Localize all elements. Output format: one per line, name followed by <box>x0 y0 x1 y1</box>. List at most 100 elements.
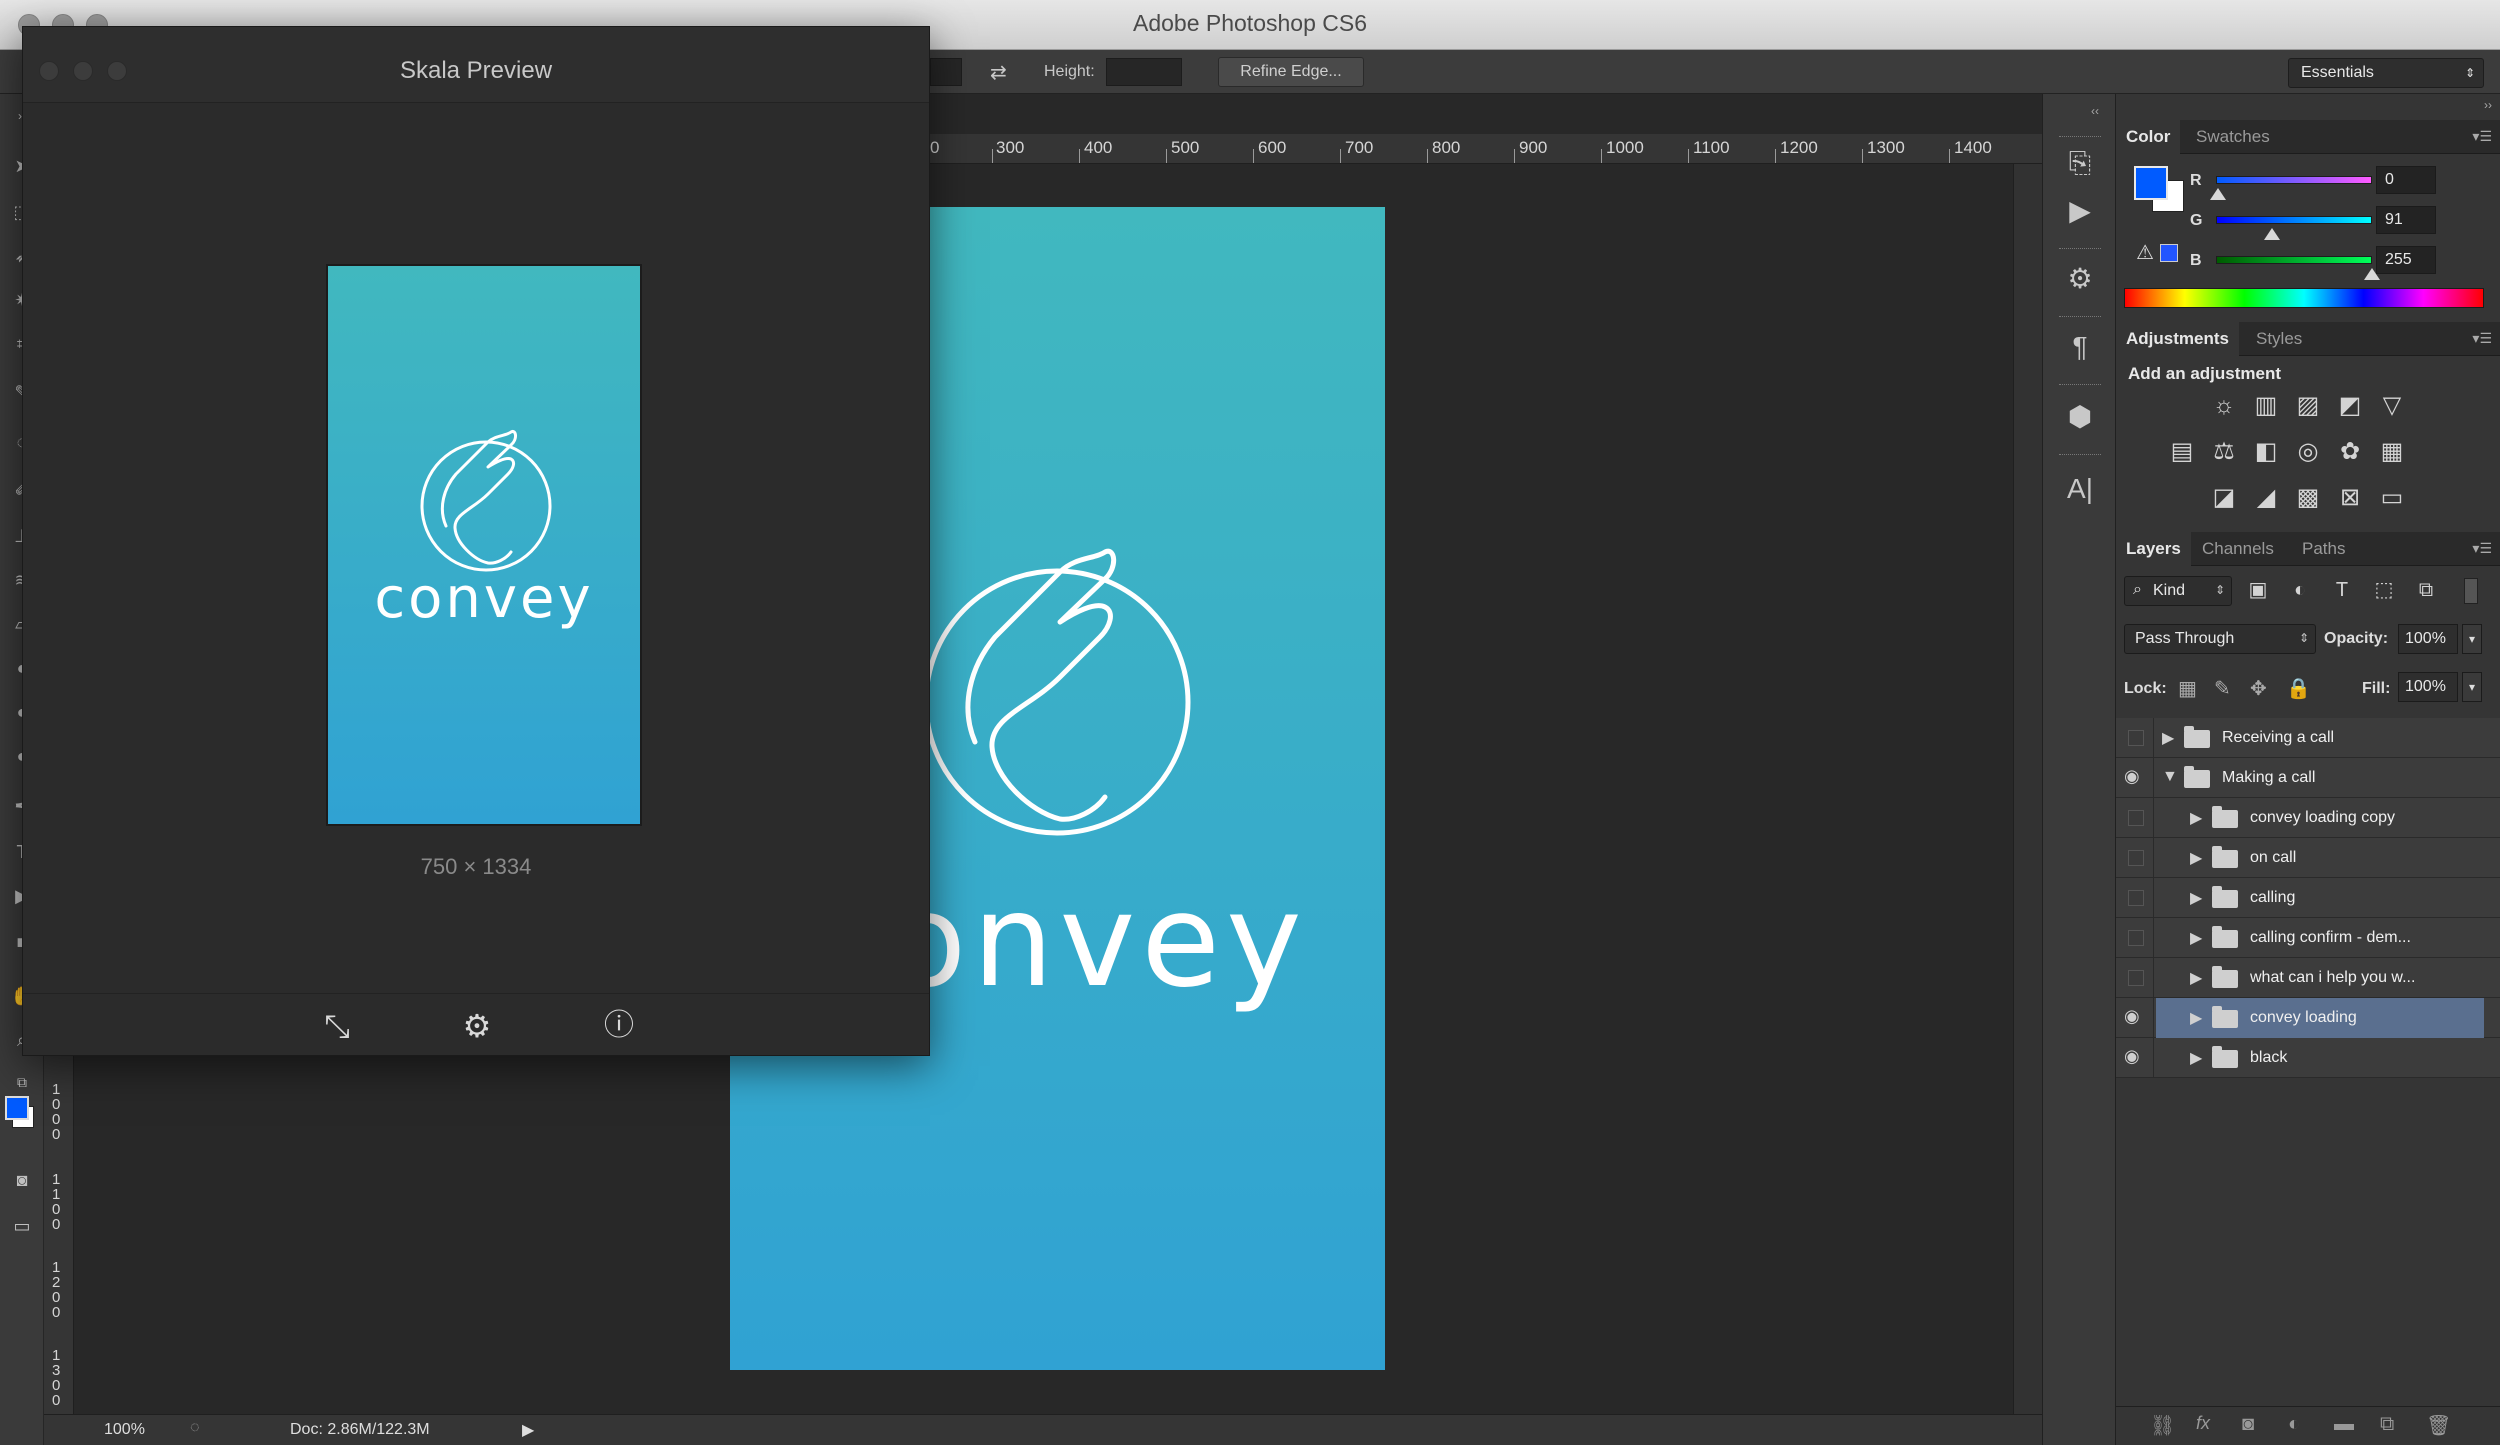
opacity-dropdown-icon[interactable]: ▾ <box>2462 624 2482 654</box>
layer-visibility-toggle[interactable] <box>2116 838 2154 878</box>
filter-smart-object-icon[interactable]: ⧉ <box>2410 574 2442 606</box>
layer-row[interactable]: ▶ calling <box>2116 878 2500 918</box>
opacity-field[interactable]: 100% <box>2398 624 2458 654</box>
threshold-icon[interactable]: ▩ <box>2292 482 2324 514</box>
selective-color-icon[interactable]: ⊠ <box>2334 482 2366 514</box>
panel-menu-icon[interactable]: ▾☰ <box>2472 540 2492 557</box>
foreground-color-swatch[interactable] <box>5 1096 29 1120</box>
brightness-icon[interactable]: ☼ <box>2208 390 2240 422</box>
zoom-level[interactable]: 100% <box>104 1421 145 1439</box>
tab-layers[interactable]: Layers <box>2116 532 2191 566</box>
history-icon[interactable]: ⎘ <box>2061 144 2099 182</box>
layer-main[interactable]: ▶ on call <box>2156 838 2484 878</box>
proof-icon[interactable]: ◌ <box>190 1419 200 1437</box>
disclosure-open-icon[interactable]: ▼ <box>2162 768 2178 786</box>
new-group-icon[interactable]: ▬ <box>2334 1413 2354 1436</box>
filter-kind-select[interactable]: ⌕ Kind ⇕ <box>2124 576 2232 606</box>
disclosure-closed-icon[interactable]: ▶ <box>2190 848 2202 868</box>
disclosure-closed-icon[interactable]: ▶ <box>2190 888 2202 908</box>
quick-mask-icon[interactable]: ◙ <box>10 1168 34 1192</box>
layer-row[interactable]: ◉ ▶ black <box>2116 1038 2500 1078</box>
layer-main[interactable]: ▶ convey loading copy <box>2156 798 2484 838</box>
lock-transparency-icon[interactable]: ▦ <box>2178 676 2197 701</box>
workspace-select[interactable]: Essentials ⇕ <box>2288 58 2484 88</box>
gradient-map-icon[interactable]: ▭ <box>2376 482 2408 514</box>
adjustment-layer-icon[interactable]: ◐ <box>2288 1413 2300 1436</box>
disclosure-closed-icon[interactable]: ▶ <box>2190 928 2202 948</box>
tab-color[interactable]: Color <box>2116 120 2181 154</box>
posterize-icon[interactable]: ◢ <box>2250 482 2282 514</box>
red-slider-thumb[interactable] <box>2210 188 2226 200</box>
tab-adjustments[interactable]: Adjustments <box>2116 322 2239 356</box>
link-layers-icon[interactable]: ⛓ <box>2150 1413 2175 1438</box>
black-white-icon[interactable]: ◧ <box>2250 436 2282 468</box>
gear-icon[interactable]: ⚙ <box>457 1006 497 1046</box>
lock-all-icon[interactable]: 🔒 <box>2286 676 2311 701</box>
color-lookup-icon[interactable]: ▦ <box>2376 436 2408 468</box>
height-field[interactable] <box>1106 58 1182 86</box>
color-spectrum-ramp[interactable] <box>2124 288 2484 308</box>
blue-slider[interactable] <box>2216 256 2372 264</box>
layer-visibility-toggle[interactable]: ◉ <box>2116 758 2154 798</box>
disclosure-closed-icon[interactable]: ▶ <box>2190 1008 2202 1028</box>
layer-visibility-toggle[interactable]: ◉ <box>2116 1038 2154 1078</box>
swap-dimensions-icon[interactable]: ⇄ <box>990 60 1007 85</box>
photo-filter-icon[interactable]: ◎ <box>2292 436 2324 468</box>
tab-styles[interactable]: Styles <box>2246 322 2312 356</box>
curves-icon[interactable]: ▨ <box>2292 390 2324 422</box>
layer-main[interactable]: ▶ calling confirm - dem... <box>2156 918 2484 958</box>
blend-mode-select[interactable]: Pass Through ⇕ <box>2124 624 2316 654</box>
layer-row[interactable]: ◉ ▶ convey loading <box>2116 998 2500 1038</box>
red-value-field[interactable]: 0 <box>2376 166 2436 194</box>
panel-menu-icon[interactable]: ▾☰ <box>2472 330 2492 347</box>
default-colors-icon[interactable]: ⧉ <box>10 1070 34 1094</box>
layer-row[interactable]: ▶ what can i help you w... <box>2116 958 2500 998</box>
width-field[interactable] <box>930 58 962 86</box>
screen-mode-icon[interactable]: ▭ <box>10 1214 34 1238</box>
filter-pixel-icon[interactable]: ▣ <box>2242 574 2274 606</box>
filter-adjustment-icon[interactable]: ◐ <box>2284 574 2316 606</box>
collapse-dock-icon[interactable]: ‹‹ <box>2091 104 2099 118</box>
refine-edge-button[interactable]: Refine Edge... <box>1218 57 1364 87</box>
filter-shape-icon[interactable]: ⬚ <box>2368 574 2400 606</box>
foreground-color-swatch[interactable] <box>2134 166 2168 200</box>
tab-channels[interactable]: Channels <box>2192 532 2284 566</box>
levels-icon[interactable]: ▥ <box>2250 390 2282 422</box>
web-safe-swatch[interactable] <box>2160 244 2178 262</box>
3d-cube-icon[interactable]: ⬢ <box>2061 398 2099 436</box>
green-slider-thumb[interactable] <box>2264 228 2280 240</box>
blue-value-field[interactable]: 255 <box>2376 246 2436 274</box>
layer-main[interactable]: ▶ what can i help you w... <box>2156 958 2484 998</box>
filter-type-icon[interactable]: T <box>2326 574 2358 606</box>
swap-icon[interactable]: ⤡ <box>317 1006 357 1046</box>
layer-main[interactable]: ▶ black <box>2156 1038 2484 1078</box>
fill-dropdown-icon[interactable]: ▾ <box>2462 672 2482 702</box>
paragraph-icon[interactable]: ¶ <box>2061 328 2099 366</box>
disclosure-closed-icon[interactable]: ▶ <box>2190 968 2202 988</box>
panel-menu-icon[interactable]: ▾☰ <box>2472 128 2492 145</box>
filter-toggle[interactable] <box>2464 578 2478 604</box>
help-icon[interactable]: ⓘ <box>599 1006 639 1046</box>
layer-row[interactable]: ▶ convey loading copy <box>2116 798 2500 838</box>
fill-field[interactable]: 100% <box>2398 672 2458 702</box>
layer-style-icon[interactable]: fx <box>2196 1413 2210 1434</box>
layer-row[interactable]: ▶ on call <box>2116 838 2500 878</box>
expand-panels-icon[interactable]: ›› <box>2484 98 2492 112</box>
exposure-icon[interactable]: ◩ <box>2334 390 2366 422</box>
layer-visibility-toggle[interactable] <box>2116 958 2154 998</box>
character-icon[interactable]: A| <box>2061 470 2099 508</box>
lock-pixels-icon[interactable]: ✎ <box>2214 676 2231 701</box>
trash-icon[interactable]: 🗑 <box>2426 1413 2451 1438</box>
tab-swatches[interactable]: Swatches <box>2186 120 2280 154</box>
layer-visibility-toggle[interactable] <box>2116 718 2154 758</box>
layer-main[interactable]: ▼ Making a call <box>2156 758 2484 798</box>
layer-main[interactable]: ▶ calling <box>2156 878 2484 918</box>
hue-saturation-icon[interactable]: ▤ <box>2166 436 2198 468</box>
actions-play-icon[interactable]: ▶ <box>2061 192 2099 230</box>
green-value-field[interactable]: 91 <box>2376 206 2436 234</box>
disclosure-closed-icon[interactable]: ▶ <box>2162 728 2174 748</box>
layer-visibility-toggle[interactable] <box>2116 798 2154 838</box>
channel-mixer-icon[interactable]: ✿ <box>2334 436 2366 468</box>
lock-position-icon[interactable]: ✥ <box>2250 676 2267 701</box>
green-slider[interactable] <box>2216 216 2372 224</box>
